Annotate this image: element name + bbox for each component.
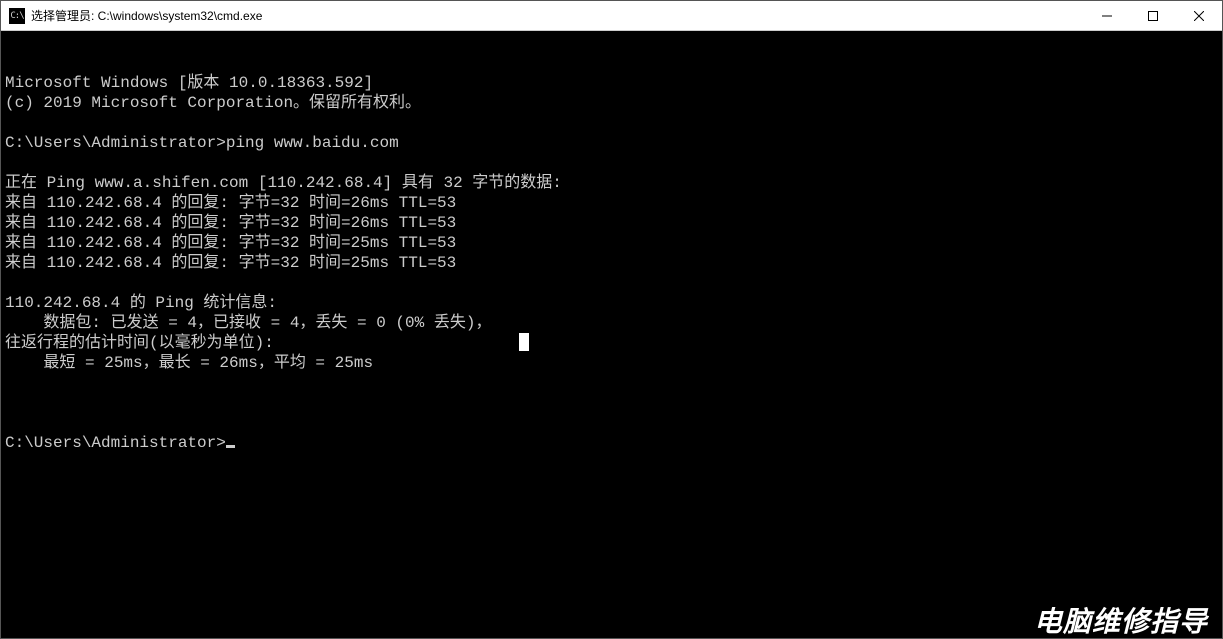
- maximize-button[interactable]: [1130, 1, 1176, 30]
- terminal-line: Microsoft Windows [版本 10.0.18363.592]: [5, 73, 1218, 93]
- minimize-icon: [1102, 11, 1112, 21]
- watermark-text: 电脑维修指导: [1034, 612, 1208, 632]
- prompt-text: C:\Users\Administrator>: [5, 434, 226, 452]
- maximize-icon: [1148, 11, 1158, 21]
- app-icon: C:\: [9, 8, 25, 24]
- selection-cursor: [519, 333, 529, 351]
- prompt-line: C:\Users\Administrator>: [5, 433, 1218, 453]
- terminal-line: 来自 110.242.68.4 的回复: 字节=32 时间=25ms TTL=5…: [5, 253, 1218, 273]
- minimize-button[interactable]: [1084, 1, 1130, 30]
- terminal-line: 数据包: 已发送 = 4，已接收 = 4，丢失 = 0 (0% 丢失)，: [5, 313, 1218, 333]
- terminal-line: [5, 373, 1218, 393]
- terminal-line: 来自 110.242.68.4 的回复: 字节=32 时间=26ms TTL=5…: [5, 213, 1218, 233]
- cmd-window: C:\ 选择管理员: C:\windows\system32\cmd.exe M…: [0, 0, 1223, 639]
- terminal-line: 正在 Ping www.a.shifen.com [110.242.68.4] …: [5, 173, 1218, 193]
- terminal-line: 最短 = 25ms，最长 = 26ms，平均 = 25ms: [5, 353, 1218, 373]
- terminal-line: 来自 110.242.68.4 的回复: 字节=32 时间=26ms TTL=5…: [5, 193, 1218, 213]
- terminal-line: [5, 113, 1218, 133]
- cursor: [226, 445, 235, 448]
- terminal-line: C:\Users\Administrator>ping www.baidu.co…: [5, 133, 1218, 153]
- close-icon: [1194, 11, 1204, 21]
- terminal-line: 来自 110.242.68.4 的回复: 字节=32 时间=25ms TTL=5…: [5, 233, 1218, 253]
- terminal-line: [5, 273, 1218, 293]
- terminal-line: [5, 153, 1218, 173]
- terminal-line: 110.242.68.4 的 Ping 统计信息:: [5, 293, 1218, 313]
- titlebar[interactable]: C:\ 选择管理员: C:\windows\system32\cmd.exe: [1, 1, 1222, 31]
- terminal-line: 往返行程的估计时间(以毫秒为单位):: [5, 333, 1218, 353]
- window-controls: [1084, 1, 1222, 30]
- window-title: 选择管理员: C:\windows\system32\cmd.exe: [31, 7, 1084, 24]
- close-button[interactable]: [1176, 1, 1222, 30]
- terminal-output[interactable]: Microsoft Windows [版本 10.0.18363.592](c)…: [1, 31, 1222, 638]
- terminal-line: (c) 2019 Microsoft Corporation。保留所有权利。: [5, 93, 1218, 113]
